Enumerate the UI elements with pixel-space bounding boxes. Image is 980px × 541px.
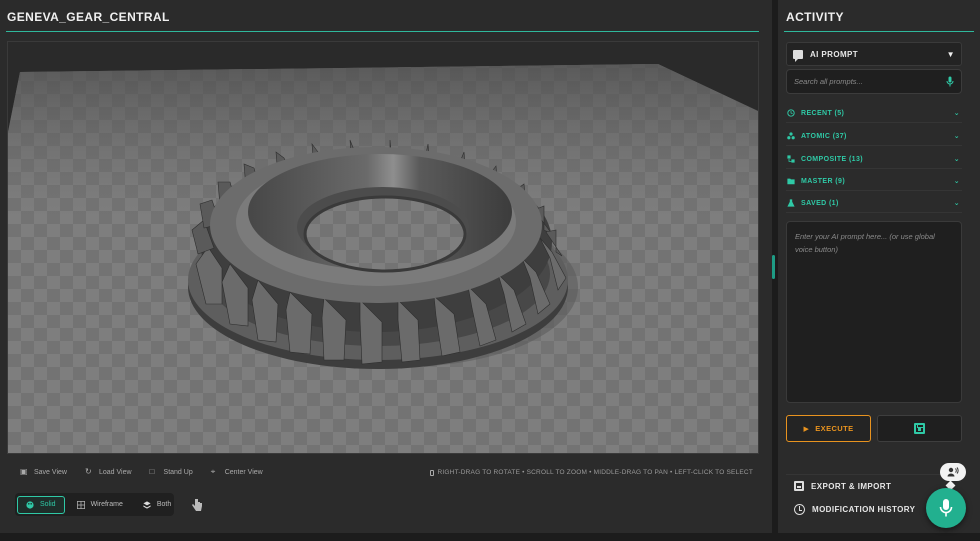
execute-button[interactable]: ▶ EXECUTE	[786, 415, 871, 442]
gear-render	[8, 42, 758, 453]
center-view-label: Center View	[224, 468, 263, 476]
category-saved-label: SAVED (1)	[801, 199, 839, 207]
prompt-textarea[interactable]	[795, 230, 953, 394]
execute-label: EXECUTE	[815, 424, 854, 433]
mode-wireframe-label: Wireframe	[90, 501, 123, 508]
person-voice-icon	[947, 467, 959, 477]
atoms-icon	[787, 132, 795, 140]
grid-icon	[76, 500, 85, 509]
title-divider	[6, 31, 759, 32]
hand-pointer-icon[interactable]	[191, 498, 203, 512]
mode-both-label: Both	[156, 501, 172, 508]
play-icon: ▶	[803, 425, 810, 433]
center-view-button[interactable]: ⌖ Center View	[211, 468, 263, 476]
prompt-editor	[786, 221, 962, 403]
save-view-button[interactable]: ▣ Save View	[20, 468, 67, 476]
category-atomic[interactable]: ATOMIC (37) ⌄	[786, 127, 962, 146]
save-prompt-button[interactable]	[877, 415, 962, 442]
category-master-label: MASTER (9)	[801, 177, 846, 185]
caret-down-icon: ▼	[946, 49, 955, 59]
category-saved[interactable]: SAVED (1) ⌄	[786, 194, 962, 213]
model-title: GENEVA_GEAR_CENTRAL	[7, 10, 170, 24]
category-atomic-label: ATOMIC (37)	[801, 132, 847, 140]
category-composite-label: COMPOSITE (13)	[801, 155, 863, 163]
global-voice-button[interactable]	[926, 488, 966, 528]
stand-up-icon: □	[149, 467, 155, 476]
center-view-icon: ⌖	[210, 467, 216, 476]
sidebar-title: ACTIVITY	[786, 10, 844, 24]
stand-up-label: Stand Up	[163, 468, 193, 476]
export-import-label: EXPORT & IMPORT	[811, 481, 892, 491]
stand-up-button[interactable]: □ Stand Up	[150, 468, 193, 476]
category-recent[interactable]: RECENT (5) ⌄	[786, 104, 962, 123]
chevron-down-icon: ⌄	[953, 110, 960, 117]
chat-icon	[793, 49, 803, 62]
chevron-down-icon: ⌄	[953, 200, 960, 207]
chevron-down-icon: ⌄	[953, 178, 960, 185]
microphone-icon[interactable]	[946, 76, 954, 87]
flask-icon	[787, 199, 795, 207]
modification-history-label: MODIFICATION HISTORY	[812, 505, 916, 514]
save-view-icon: ▣	[20, 467, 28, 476]
controls-hint: RIGHT-DRAG TO ROTATE • SCROLL TO ZOOM • …	[429, 469, 753, 476]
render-mode-toggle: Solid Wireframe Both	[15, 493, 174, 516]
3d-viewport[interactable]	[7, 41, 759, 454]
export-import-link[interactable]: EXPORT & IMPORT	[794, 481, 891, 491]
sidebar-divider	[784, 31, 974, 32]
save-icon	[914, 423, 925, 434]
controls-hint-text: RIGHT-DRAG TO ROTATE • SCROLL TO ZOOM • …	[437, 469, 753, 476]
folder-icon	[787, 178, 795, 185]
viewer-panel: GENEVA_GEAR_CENTRAL ▣ Save View ↻ Load V…	[0, 0, 772, 533]
mode-solid-label: Solid	[40, 501, 56, 508]
chevron-down-icon: ⌄	[953, 156, 960, 163]
microphone-icon	[939, 499, 953, 517]
prompt-search-input[interactable]	[794, 77, 946, 86]
mouse-icon	[429, 469, 434, 476]
ai-prompt-label: AI PROMPT	[810, 49, 859, 59]
history-icon	[787, 109, 795, 117]
disk-icon	[794, 481, 804, 491]
mode-wireframe-button[interactable]: Wireframe	[69, 496, 131, 514]
prompt-search-box	[786, 69, 962, 94]
view-actions: ▣ Save View ↻ Load View □ Stand Up ⌖ Cen…	[20, 468, 263, 476]
save-view-label: Save View	[34, 468, 67, 476]
mode-both-button[interactable]: Both	[135, 496, 179, 514]
voice-settings-badge[interactable]	[940, 463, 966, 481]
load-view-button[interactable]: ↻ Load View	[85, 468, 132, 476]
ai-prompt-dropdown[interactable]: AI PROMPT ▼	[786, 42, 962, 66]
category-recent-label: RECENT (5)	[801, 109, 845, 117]
load-view-icon: ↻	[84, 467, 92, 476]
mode-solid-button[interactable]: Solid	[17, 495, 65, 514]
modification-history-link[interactable]: MODIFICATION HISTORY	[794, 504, 915, 515]
composite-icon	[787, 155, 795, 163]
activity-sidebar: ACTIVITY AI PROMPT ▼ RECENT (5) ⌄ ATOMIC…	[778, 0, 980, 533]
sidebar-bottom-divider	[786, 474, 962, 475]
panel-resize-handle[interactable]	[772, 255, 775, 279]
category-composite[interactable]: COMPOSITE (13) ⌄	[786, 150, 962, 169]
layers-icon	[143, 500, 151, 509]
palette-icon	[26, 500, 34, 509]
history-clock-icon	[794, 504, 805, 515]
load-view-label: Load View	[98, 468, 132, 476]
category-master[interactable]: MASTER (9) ⌄	[786, 172, 962, 191]
chevron-down-icon: ⌄	[953, 133, 960, 140]
